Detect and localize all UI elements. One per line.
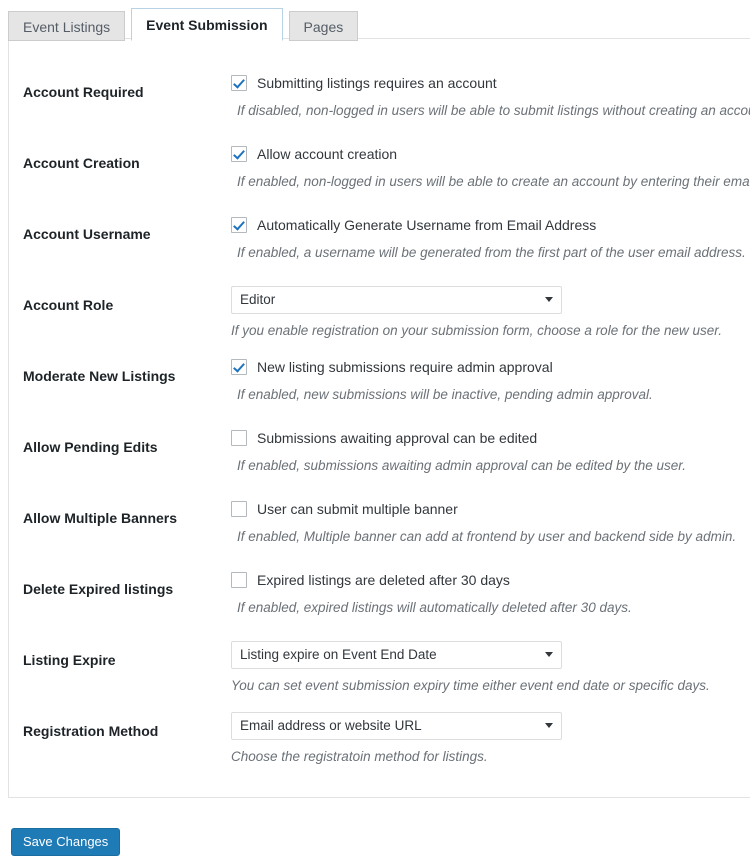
setting-field-account-creation: Allow account creation If enabled, non-lo…: [231, 144, 750, 191]
setting-row-allow-multiple-banners: Allow Multiple Banners User can submit mu…: [9, 483, 750, 554]
checkbox-label-allow-multiple-banners[interactable]: User can submit multiple banner: [257, 500, 458, 518]
checkbox-label-moderate-new-listings[interactable]: New listing submissions require admin ap…: [257, 358, 553, 376]
checkbox-checked-icon[interactable]: [231, 359, 247, 375]
setting-description-allow-pending-edits: If enabled, submissions awaiting admin a…: [237, 458, 687, 473]
checkbox-label-account-required[interactable]: Submitting listings requires an account: [257, 74, 497, 92]
setting-description-account-role: If you enable registration on your submi…: [231, 323, 723, 338]
setting-description-account-required: If disabled, non-logged in users will be…: [237, 103, 750, 118]
setting-field-allow-multiple-banners: User can submit multiple banner If enable…: [231, 499, 750, 546]
select-registration-method[interactable]: Email address or website URL: [231, 712, 562, 740]
select-value-account-role: Editor: [240, 292, 276, 307]
select-value-listing-expire: Listing expire on Event End Date: [240, 647, 437, 662]
checkbox-label-account-username[interactable]: Automatically Generate Username from Ema…: [257, 216, 596, 234]
setting-description-account-creation: If enabled, non-logged in users will be …: [237, 174, 750, 189]
setting-field-account-role: Editor If you enable registration on your…: [231, 286, 750, 340]
setting-label-account-role: Account Role: [23, 297, 114, 313]
setting-label-allow-pending-edits: Allow Pending Edits: [23, 439, 158, 455]
setting-label-account-creation: Account Creation: [23, 155, 140, 171]
checkbox-line-account-required[interactable]: Submitting listings requires an account: [231, 73, 750, 93]
checkbox-unchecked-icon[interactable]: [231, 430, 247, 446]
setting-description-delete-expired-listings: If enabled, expired listings will automa…: [237, 600, 632, 615]
checkbox-label-delete-expired-listings[interactable]: Expired listings are deleted after 30 da…: [257, 571, 510, 589]
setting-row-allow-pending-edits: Allow Pending Edits Submissions awaiting …: [9, 412, 750, 483]
setting-label-allow-multiple-banners: Allow Multiple Banners: [23, 510, 178, 526]
checkbox-unchecked-icon[interactable]: [231, 572, 247, 588]
setting-description-account-username: If enabled, a username will be generated…: [237, 245, 750, 260]
checkbox-line-account-creation[interactable]: Allow account creation: [231, 144, 750, 164]
setting-label-account-username: Account Username: [23, 226, 151, 242]
settings-panel: Account Required Submitting listings requ…: [8, 38, 750, 798]
setting-row-account-creation: Account Creation Allow account creation If…: [9, 128, 750, 199]
setting-row-account-role: Account Role Editor If you enable registra…: [9, 270, 750, 341]
setting-row-listing-expire: Listing Expire Listing expire on Event En…: [9, 625, 750, 696]
setting-field-listing-expire: Listing expire on Event End Date You can …: [231, 641, 750, 695]
setting-description-listing-expire: You can set event submission expiry time…: [231, 678, 710, 693]
checkbox-checked-icon[interactable]: [231, 217, 247, 233]
select-value-registration-method: Email address or website URL: [240, 718, 422, 733]
setting-field-registration-method: Email address or website URL Choose the r…: [231, 712, 750, 766]
setting-field-account-username: Automatically Generate Username from Ema…: [231, 215, 750, 262]
setting-description-registration-method: Choose the registratoin method for listi…: [231, 749, 488, 764]
settings-screen: Event Listings Event Submission Pages Acco…: [0, 0, 750, 857]
chevron-down-icon: [545, 723, 553, 728]
checkbox-label-allow-pending-edits[interactable]: Submissions awaiting approval can be edi…: [257, 429, 537, 447]
setting-row-account-username: Account Username Automatically Generate U…: [9, 199, 750, 270]
tab-event-listings[interactable]: Event Listings: [8, 11, 126, 41]
checkbox-checked-icon[interactable]: [231, 75, 247, 91]
select-account-role[interactable]: Editor: [231, 286, 562, 314]
setting-label-delete-expired-listings: Delete Expired listings: [23, 581, 174, 597]
setting-label-account-required: Account Required: [23, 84, 144, 100]
checkbox-unchecked-icon[interactable]: [231, 501, 247, 517]
tab-bar: Event Listings Event Submission Pages: [8, 5, 364, 41]
checkbox-label-account-creation[interactable]: Allow account creation: [257, 145, 397, 163]
chevron-down-icon: [545, 297, 553, 302]
select-listing-expire[interactable]: Listing expire on Event End Date: [231, 641, 562, 669]
setting-row-registration-method: Registration Method Email address or webs…: [9, 696, 750, 767]
checkbox-line-delete-expired-listings[interactable]: Expired listings are deleted after 30 da…: [231, 570, 750, 590]
setting-label-moderate-new-listings: Moderate New Listings: [23, 368, 176, 384]
checkbox-line-moderate-new-listings[interactable]: New listing submissions require admin ap…: [231, 357, 750, 377]
setting-row-account-required: Account Required Submitting listings requ…: [9, 57, 750, 128]
setting-row-moderate-new-listings: Moderate New Listings New listing submiss…: [9, 341, 750, 412]
checkbox-line-allow-pending-edits[interactable]: Submissions awaiting approval can be edi…: [231, 428, 750, 448]
setting-field-account-required: Submitting listings requires an account I…: [231, 73, 750, 120]
setting-description-moderate-new-listings: If enabled, new submissions will be inac…: [237, 387, 653, 402]
setting-label-registration-method: Registration Method: [23, 723, 159, 739]
setting-field-delete-expired-listings: Expired listings are deleted after 30 da…: [231, 570, 750, 617]
setting-description-allow-multiple-banners: If enabled, Multiple banner can add at f…: [237, 529, 737, 544]
checkbox-checked-icon[interactable]: [231, 146, 247, 162]
tab-event-submission[interactable]: Event Submission: [131, 8, 283, 41]
setting-label-listing-expire: Listing Expire: [23, 652, 116, 668]
setting-field-moderate-new-listings: New listing submissions require admin ap…: [231, 357, 750, 404]
save-changes-button[interactable]: Save Changes: [11, 828, 121, 856]
checkbox-line-account-username[interactable]: Automatically Generate Username from Ema…: [231, 215, 750, 235]
tab-pages[interactable]: Pages: [288, 11, 359, 41]
setting-field-allow-pending-edits: Submissions awaiting approval can be edi…: [231, 428, 750, 475]
settings-rows: Account Required Submitting listings requ…: [9, 39, 750, 767]
chevron-down-icon: [545, 652, 553, 657]
checkbox-line-allow-multiple-banners[interactable]: User can submit multiple banner: [231, 499, 750, 519]
setting-row-delete-expired-listings: Delete Expired listings Expired listings …: [9, 554, 750, 625]
